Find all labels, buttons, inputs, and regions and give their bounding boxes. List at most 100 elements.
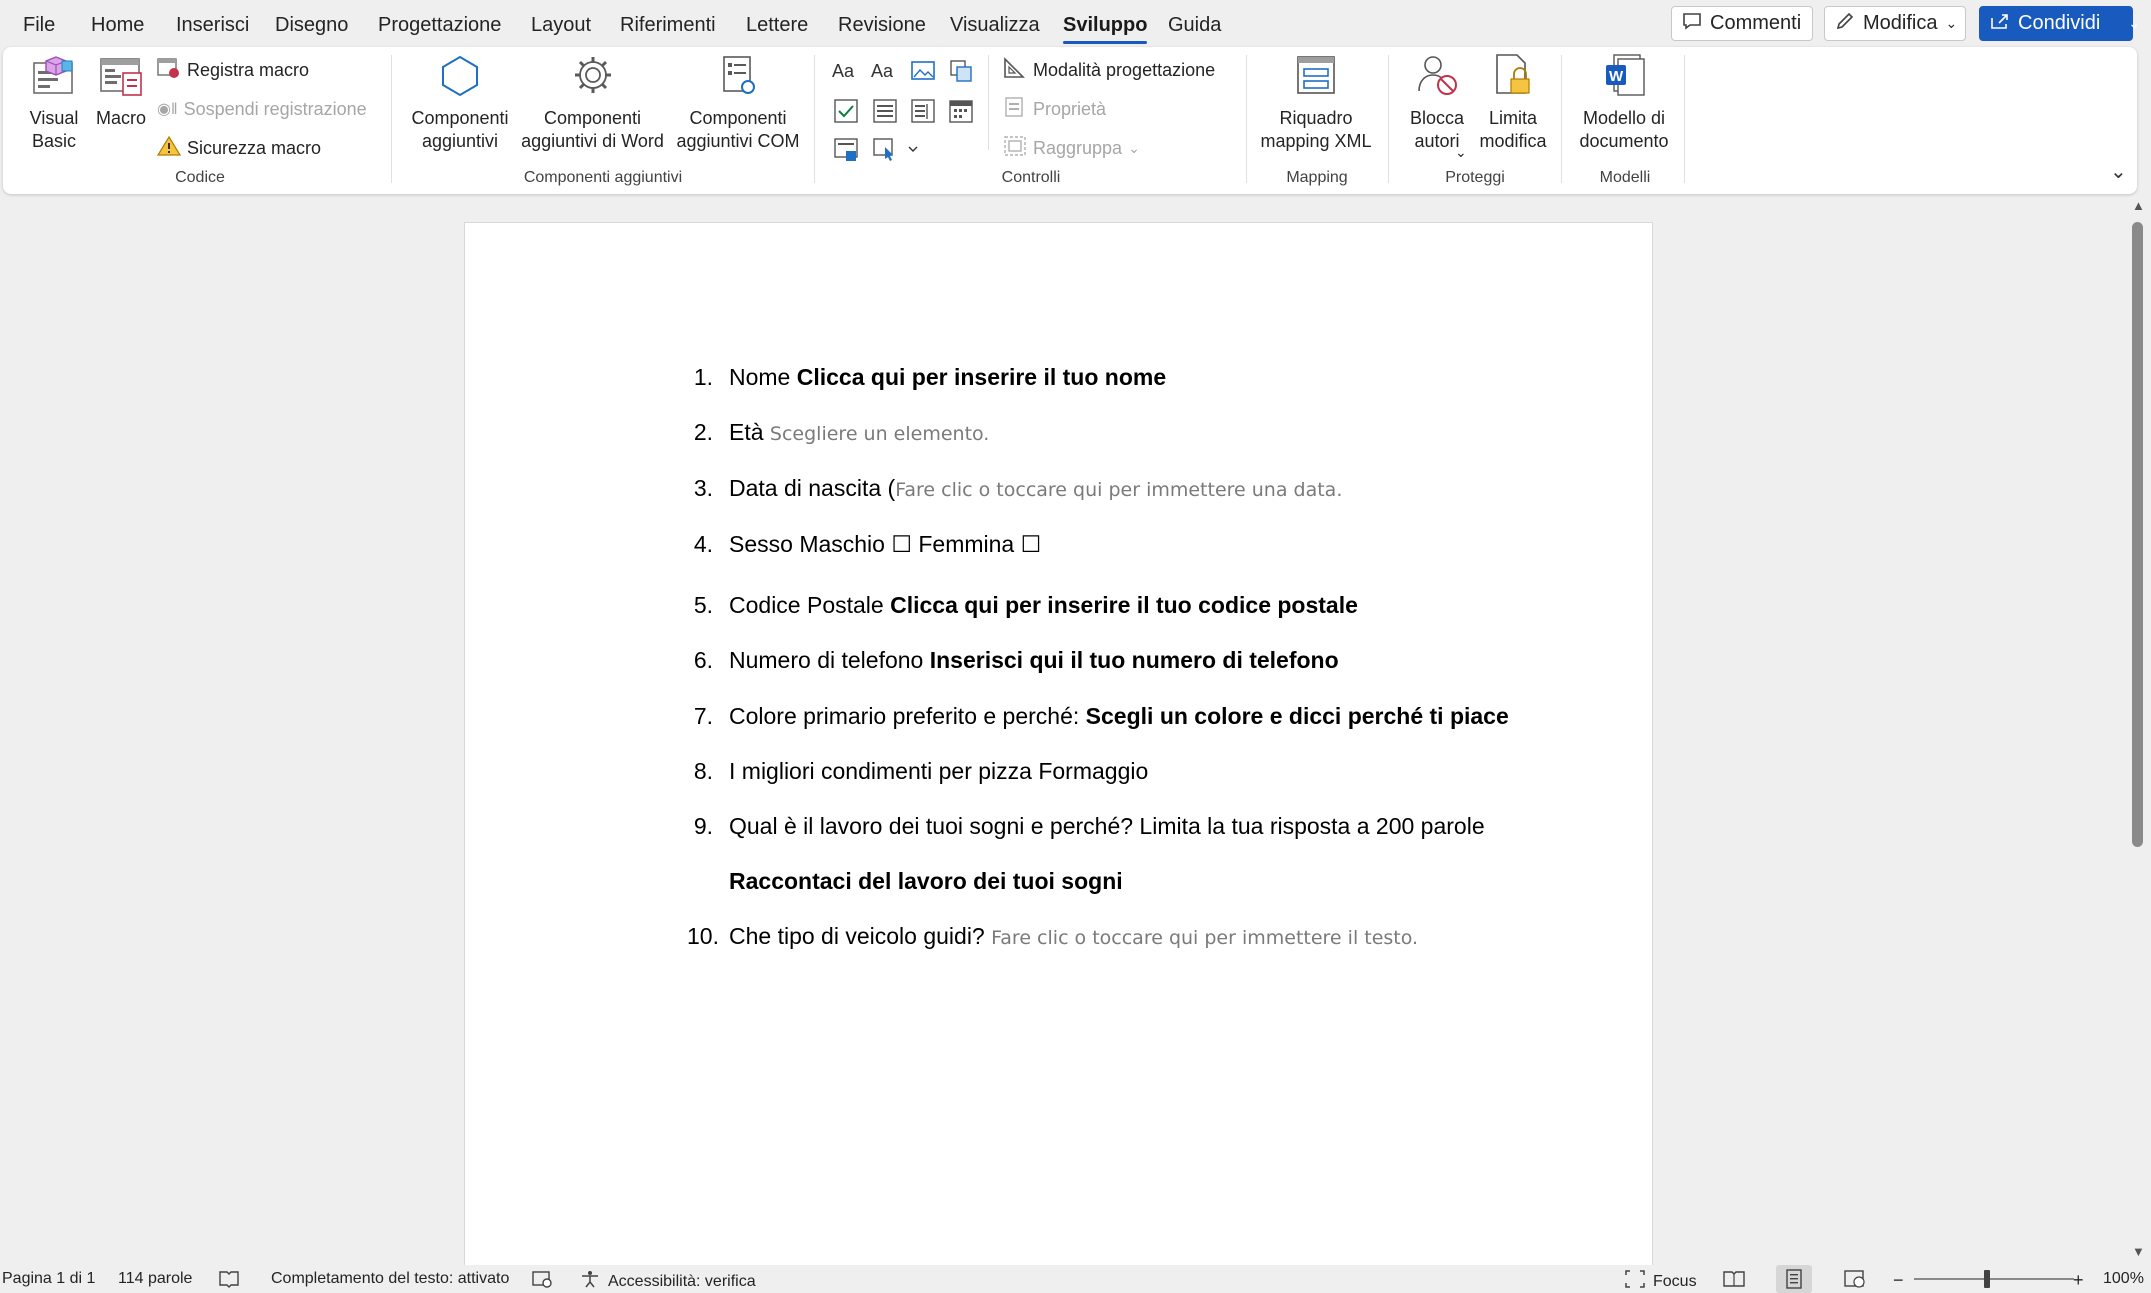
design-mode-button[interactable]: Modalità progettazione [1003,55,1215,85]
building-block-control-icon[interactable] [947,57,975,85]
group-separator [814,55,815,183]
repeating-section-control-icon[interactable] [832,135,860,163]
tab-layout[interactable]: Layout [531,10,591,40]
text-prediction-status[interactable]: Completamento del testo: attivato [271,1270,509,1288]
dropdown-list-control-icon[interactable] [909,97,937,125]
group-label-controls: Controlli [1001,169,1061,186]
list-item: 10. Che tipo di veicolo guidi? Fare clic … [687,923,1419,949]
group-label-code: Codice [175,169,225,186]
vertical-scrollbar[interactable]: ▲ ▼ [2126,196,2151,1264]
properties-button[interactable]: Proprietà [1003,94,1106,124]
checkbox-control-icon[interactable] [832,97,860,125]
scroll-up-arrow-icon[interactable]: ▲ [2132,198,2145,213]
scrollbar-thumb[interactable] [2132,222,2143,847]
share-label: Condividi [2018,12,2101,34]
print-layout-icon[interactable] [1776,1265,1812,1293]
tab-home[interactable]: Home [91,10,144,40]
group-button[interactable]: Raggruppa ⌄ [1003,133,1140,163]
zoom-level[interactable]: 100% [2103,1270,2144,1288]
plain-text-control-icon[interactable]: Aa [871,57,899,85]
restrict-editing-button[interactable]: Limita modifica [1475,53,1551,153]
svg-text:W: W [1609,68,1624,85]
dream-job-content-control[interactable]: Raccontaci del lavoro dei tuoi sogni [729,868,1123,894]
zoom-out-icon[interactable]: − [1893,1270,1904,1291]
macro-icon [91,53,151,103]
list-item: 1. Nome Clicca qui per inserire il tuo no… [693,364,1167,390]
word-addins-button[interactable]: Componenti aggiuntivi di Word [515,53,670,153]
name-content-control[interactable]: Clicca qui per inserire il tuo nome [797,364,1166,390]
tab-draw[interactable]: Disegno [275,10,348,40]
scroll-down-arrow-icon[interactable]: ▼ [2132,1244,2145,1259]
record-macro-button[interactable]: Registra macro [157,55,309,85]
web-layout-icon[interactable] [1844,1270,1866,1288]
rich-text-control-icon[interactable]: Aa [832,57,860,85]
warning-icon [156,135,182,162]
word-template-icon: W [1569,53,1679,103]
edit-mode-button[interactable]: Modifica ⌄ [1824,6,1966,41]
list-item: 9. Qual è il lavoro dei tuoi sogni e perc… [693,813,1485,839]
comments-button[interactable]: Commenti [1671,6,1813,41]
tab-references[interactable]: Riferimenti [620,10,716,40]
share-button[interactable]: Condividi ⌄ [1979,6,2140,41]
color-content-control[interactable]: Scegli un colore e dicci perché ti piace [1086,703,1509,729]
macro-security-button[interactable]: Sicurezza macro [156,133,321,163]
pause-recording-button[interactable]: ◉‖ Sospendi registrazione [157,94,367,124]
ruler-triangle-icon [1003,56,1027,84]
hexagon-icon [405,53,515,103]
xml-mapping-pane-button[interactable]: Riquadro mapping XML [1255,53,1377,153]
birthdate-picker-control[interactable]: Fare clic o toccare qui per immettere un… [895,479,1342,501]
tab-design[interactable]: Progettazione [378,10,501,40]
word-count[interactable]: 114 parole [118,1270,192,1288]
share-dropdown-icon[interactable]: ⌄ [2122,15,2146,32]
restrict-editing-label: Limita modifica [1479,108,1547,151]
tab-review[interactable]: Revisione [838,10,926,40]
block-authors-button[interactable]: Blocca autori ⌄ [1399,53,1475,160]
tab-mailings[interactable]: Lettere [746,10,808,40]
pause-icon: ◉‖ [157,101,178,118]
vehicle-text-control[interactable]: Fare clic o toccare qui per immettere il… [991,927,1418,949]
menu-bar: File Home Inserisci Disegno Progettazion… [0,0,2151,48]
group-separator [1246,55,1247,183]
tab-file[interactable]: File [23,10,55,40]
proofing-book-icon[interactable] [218,1270,240,1288]
combo-box-control-icon[interactable] [871,97,899,125]
age-dropdown-control[interactable]: Scegliere un elemento. [770,423,989,445]
gender-checkboxes[interactable]: Sesso Maschio ☐ Femmina ☐ [729,531,1041,557]
tab-insert[interactable]: Inserisci [176,10,249,40]
date-picker-control-icon[interactable] [947,97,975,125]
svg-text:Aa: Aa [832,61,855,81]
chevron-down-icon: ⌄ [1945,15,1958,31]
list-item: 4. Sesso Maschio ☐ Femmina ☐ [693,531,1042,557]
tab-view[interactable]: Visualizza [950,10,1040,40]
addins-button[interactable]: Componenti aggiuntivi [405,53,515,153]
pizza-toppings-control[interactable]: I migliori condimenti per pizza Formaggi… [729,758,1148,784]
lock-document-icon [1475,53,1551,103]
focus-mode-button[interactable]: Focus [1625,1270,1697,1293]
macro-recording-icon[interactable] [532,1270,554,1288]
postal-code-content-control[interactable]: Clicca qui per inserire il tuo codice po… [890,592,1358,618]
block-authors-icon [1399,53,1475,103]
accessibility-status[interactable]: Accessibilità: verifica [580,1270,756,1293]
document-template-button[interactable]: W Modello di documento [1569,53,1679,153]
chevron-down-icon: ⌄ [1128,139,1140,156]
svg-text:Aa: Aa [871,61,894,81]
zoom-slider-track[interactable] [1914,1278,2074,1280]
com-addins-button[interactable]: Componenti aggiuntivi COM [673,53,803,153]
group-label-protect: Proteggi [1445,169,1505,186]
document-page[interactable]: 1. Nome Clicca qui per inserire il tuo no… [464,222,1653,1267]
tab-help[interactable]: Guida [1168,10,1221,40]
legacy-tools-dropdown[interactable] [871,135,921,163]
xml-mapping-icon [1255,53,1377,103]
page-count[interactable]: Pagina 1 di 1 [2,1270,95,1288]
zoom-slider-thumb[interactable] [1984,1270,1990,1288]
phone-content-control[interactable]: Inserisci qui il tuo numero di telefono [930,647,1339,673]
visual-basic-button[interactable]: Visual Basic [21,53,87,153]
read-mode-icon[interactable] [1723,1270,1745,1288]
macro-button[interactable]: Macro [91,53,151,130]
collapse-ribbon-icon[interactable]: ⌄ [2110,159,2127,184]
picture-control-icon[interactable] [909,57,937,85]
controls-inner-separator [988,55,989,150]
edit-mode-label: Modifica [1863,12,1938,34]
tab-developer[interactable]: Sviluppo [1063,10,1148,44]
zoom-in-icon[interactable]: + [2073,1270,2084,1291]
